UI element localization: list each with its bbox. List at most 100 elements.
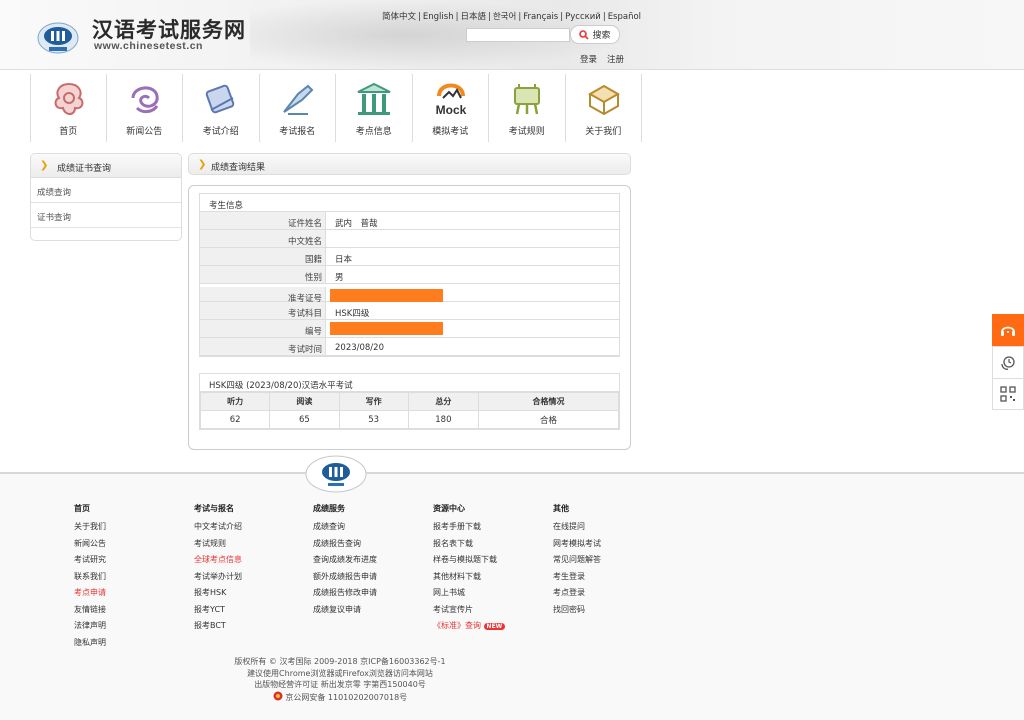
score-cell: 53 [338,410,409,429]
footer-col-heading[interactable]: 成绩服务 [313,503,377,514]
login-link[interactable]: 登录 [580,55,597,65]
footer-link[interactable]: 关于我们 [74,521,106,538]
footer-link[interactable]: 报考手册下载 [433,521,505,538]
footer-col-heading[interactable]: 考试与报名 [194,503,242,514]
sidebar-item-certificate-query[interactable]: 证书查询 [31,203,181,228]
column-header: 总分 [407,392,480,411]
sidebar-item-score-query[interactable]: 成绩查询 [31,178,181,203]
chevron-right-icon: ❯ [40,160,49,171]
footer-link[interactable]: 考点申请 [74,587,106,604]
footer-link[interactable]: 样卷与模拟题下载 [433,554,505,571]
lang-es[interactable]: Español [606,12,643,22]
news-swirl-icon [131,86,159,114]
footer-link[interactable]: 联系我们 [74,571,106,588]
footer-col-other: 其他 在线提问 网考模拟考试 常见问题解答 考生登录 考点登录 找回密码 [553,503,601,620]
nav-label-exam-intro: 考试介绍 [202,127,239,137]
nav-item-exam-rules[interactable]: 考试规则 [489,74,566,142]
column-header: 阅读 [269,392,340,411]
score-grid: 听力 阅读 写作 总分 合格情况 62 65 53 180 合格 [199,392,619,429]
register-link[interactable]: 注册 [607,55,624,65]
nav-item-mock-exam[interactable]: Mock 模拟考试 [413,74,489,142]
footer-link[interactable]: 考试宣传片 [433,604,505,621]
footer-link[interactable]: 新闻公告 [74,538,106,555]
sidebar: ❯ 成绩证书查询 成绩查询 证书查询 [30,153,182,241]
footer-link[interactable]: 考试研究 [74,554,106,571]
field-label: 中文姓名 [200,230,326,247]
lang-ja[interactable]: 日本語 [458,12,488,22]
search-button[interactable]: 搜索 [570,25,620,44]
register-quill-icon [282,84,313,115]
nav-item-news[interactable]: 新闻公告 [107,74,183,142]
footer-link[interactable]: 考试规则 [194,538,242,555]
footer-link[interactable]: 在线提问 [553,521,601,538]
footer-col-score: 成绩服务 成绩查询 成绩报告查询 查询成绩发布进度 额外成绩报告申请 成绩报告修… [313,503,377,620]
footer-link[interactable]: 其他材料下载 [433,571,505,588]
footer-link[interactable]: 考点登录 [553,587,601,604]
language-switcher: 简体中文 | English | 日本語 | 한국어 | Français | Русский | Es… [380,12,643,22]
footer-link[interactable]: 报考YCT [194,604,242,621]
qrcode-button[interactable] [992,378,1024,410]
footer-link[interactable]: 网考模拟考试 [553,538,601,555]
footer-link[interactable]: 友情链接 [74,604,106,621]
footer-link-standard[interactable]: 《标准》查询 NEW [433,620,506,637]
lang-ko[interactable]: 한국어 [491,12,518,22]
search-input[interactable] [466,28,570,42]
footer-col-heading[interactable]: 其他 [553,503,601,514]
footer-link[interactable]: 常见问题解答 [553,554,601,571]
footer-link[interactable]: 成绩查询 [313,521,377,538]
phone-button[interactable] [992,346,1024,378]
redacted-block [330,289,443,302]
footer-link[interactable]: 中文考试介绍 [194,521,242,538]
field-value: 武内 普哉 [335,219,378,229]
footer-link[interactable]: 成绩复议申请 [313,604,377,621]
footer-link[interactable]: 额外成绩报告申请 [313,571,377,588]
field-label: 准考证号 [200,287,326,304]
footer-col-resources: 资源中心 报考手册下载 报名表下载 样卷与模拟题下载 其他材料下载 网上书城 考… [433,503,506,637]
nav-item-exam-register[interactable]: 考试报名 [260,74,336,142]
lang-ru[interactable]: Русский [563,12,603,22]
lang-fr[interactable]: Français [521,12,560,22]
lang-zh[interactable]: 简体中文 [380,12,418,22]
nav-item-home[interactable]: 首页 [30,74,107,142]
nav-item-exam-intro[interactable]: 考试介绍 [183,74,260,142]
footer-link[interactable]: 考生登录 [553,571,601,588]
footer-col-home: 首页 关于我们 新闻公告 考试研究 联系我们 考点申请 友情链接 法律声明 隐私… [74,503,106,653]
footer-col-exam: 考试与报名 中文考试介绍 考试规则 全球考点信息 考试举办计划 报考HSK 报考… [194,503,242,637]
nav-label-exam-rules: 考试规则 [508,127,545,137]
footer-link[interactable]: 全球考点信息 [194,554,242,571]
field-label: 证件姓名 [200,212,326,229]
footer-link[interactable]: 法律声明 [74,620,106,637]
footer-link[interactable]: 找回密码 [553,604,601,621]
footer-link[interactable]: 成绩报告修改申请 [313,587,377,604]
footer-link[interactable]: 隐私声明 [74,637,106,654]
footer-link[interactable]: 报考HSK [194,587,242,604]
mock-icon: Mock [435,83,466,117]
nav-item-test-center[interactable]: 考点信息 [336,74,413,142]
table-row: 准考证号 [200,284,619,304]
field-value: 男 [335,273,344,283]
score-cell: 65 [269,410,340,429]
footer-link[interactable]: 网上书城 [433,587,505,604]
footer-link[interactable]: 查询成绩发布进度 [313,554,377,571]
score-title: HSK四级 (2023/08/20)汉语水平考试 [200,374,619,392]
footer-col-heading[interactable]: 资源中心 [433,503,505,514]
auth-links: 登录 注册 [580,53,634,65]
footer-col-heading[interactable]: 首页 [74,503,106,514]
temple-icon [357,82,391,115]
content-header: ❯ 成绩查询结果 [188,153,631,175]
main-nav: 首页 新闻公告 考试介绍 考试报名 考点信息 Mock 模拟考试 考试规则 关于… [30,74,642,142]
lang-en[interactable]: English [421,12,456,22]
nav-label-exam-register: 考试报名 [279,127,316,137]
footer-link[interactable]: 考试举办计划 [194,571,242,588]
footer-link[interactable]: 报名表下载 [433,538,505,555]
site-logo-icon[interactable] [36,16,80,56]
footer-link[interactable]: 成绩报告查询 [313,538,377,555]
sidebar-title: 成绩证书查询 [57,164,112,174]
footer-link[interactable]: 报考BCT [194,620,242,637]
box-icon [587,84,620,116]
customer-service-button[interactable] [992,314,1024,346]
column-header: 合格情况 [478,392,619,411]
field-value: 日本 [335,255,353,265]
candidate-info-table: 考生信息 证件姓名 武内 普哉 中文姓名 国籍 日本 性别男 准考证号 考试科目 HS… [199,193,620,357]
nav-item-about[interactable]: 关于我们 [566,74,642,142]
